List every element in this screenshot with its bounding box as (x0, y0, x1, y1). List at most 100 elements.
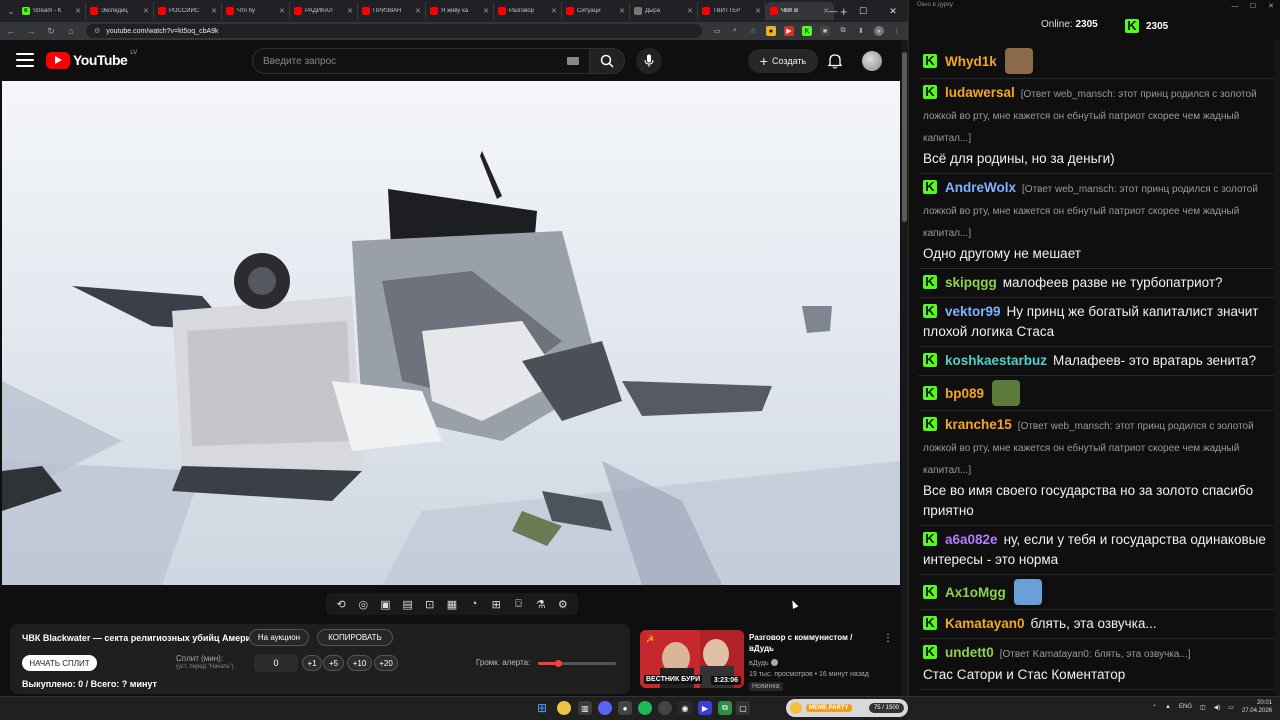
settings-gear-icon[interactable]: ⚙ (555, 598, 571, 611)
close-icon[interactable]: ✕ (878, 0, 908, 22)
cast-icon[interactable]: ▭ (712, 26, 722, 36)
more-options-icon[interactable]: ⋮ (883, 633, 893, 644)
voice-search-button[interactable] (636, 48, 662, 74)
chat-username[interactable]: Kamatayan0 (945, 616, 1025, 631)
discord-icon[interactable] (598, 701, 612, 715)
forward-icon[interactable]: → (26, 26, 36, 36)
download-icon[interactable]: ⬇ (856, 26, 866, 36)
browser-tab[interactable]: ПРИЗВАН ✕ (358, 2, 426, 20)
back-icon[interactable]: ← (6, 26, 16, 36)
cinema-icon[interactable]: ▤ (400, 598, 416, 611)
chrome-icon[interactable] (557, 701, 571, 715)
chat-username[interactable]: vektor99 (945, 304, 1001, 319)
home-icon[interactable]: ⌂ (66, 26, 76, 36)
notifications-bell-icon[interactable] (826, 52, 844, 70)
user-avatar[interactable] (862, 51, 882, 71)
chat-username[interactable]: bp089 (945, 386, 984, 401)
extension-icon[interactable]: ■ (820, 26, 830, 36)
tray-chevron-icon[interactable]: ⌃ (1152, 704, 1157, 711)
browser-tab[interactable]: Экспедиц ✕ (86, 2, 154, 20)
close-icon[interactable]: ✕ (1262, 0, 1280, 12)
files-icon[interactable]: ▥ (578, 701, 592, 715)
tab-close-icon[interactable]: ✕ (347, 7, 353, 15)
tab-close-icon[interactable]: ✕ (619, 7, 625, 15)
bookmark-star-icon[interactable]: ☆ (748, 26, 758, 36)
browser-tab[interactable]: РАДИКАЛ ✕ (290, 2, 358, 20)
camera-icon[interactable]: ⌼ (510, 598, 526, 611)
meme-party-widget[interactable]: MEME PARTY 75 / 1500 (786, 699, 908, 717)
browser-tab[interactable]: Ситуаци ✕ (562, 2, 630, 20)
browser-tab[interactable]: Дыра ✕ (630, 2, 698, 20)
more-menu-icon[interactable]: ⋮ (892, 26, 902, 36)
tray-app-icon[interactable]: ▲ (1165, 704, 1171, 710)
screen-record-icon[interactable]: ▣ (377, 598, 393, 611)
video-player[interactable] (2, 81, 900, 585)
recommended-title[interactable]: Разговор с коммунистом / вДудь (749, 632, 879, 654)
maximize-icon[interactable]: ☐ (848, 0, 878, 22)
browser-tab[interactable]: Я живу ка ✕ (426, 2, 494, 20)
steam-icon[interactable]: ● (618, 701, 632, 715)
chat-username[interactable]: ludawersal (945, 85, 1015, 100)
add-frame-icon[interactable]: ⊞ (488, 598, 504, 611)
chat-username[interactable]: undett0 (945, 645, 994, 660)
chat-username[interactable]: koshkaestarbuz (945, 353, 1047, 368)
site-info-icon[interactable]: ⚙ (94, 27, 100, 35)
recommended-video[interactable]: ☭ ВЕСТНИК БУРИ 3:23:06 Разговор с коммун… (640, 630, 898, 692)
chat-username[interactable]: a6a082e (945, 532, 998, 547)
puzzle-icon[interactable]: ⧉ (838, 26, 848, 36)
tab-close-icon[interactable]: ✕ (687, 7, 693, 15)
browser-tab[interactable]: K Stream - K ✕ (18, 2, 86, 20)
app-icon[interactable]: ⧉ (718, 701, 732, 715)
browser-tab[interactable]: ТВИТТЕР ✕ (698, 2, 766, 20)
browser-tab[interactable]: РОССИЙС ✕ (154, 2, 222, 20)
tab-close-icon[interactable]: ✕ (211, 7, 217, 15)
extension-icon[interactable]: K (802, 26, 812, 36)
profile-icon[interactable]: ● (874, 26, 884, 36)
youtube-logo[interactable]: YouTube LV (46, 50, 137, 69)
tab-close-icon[interactable]: ✕ (415, 7, 421, 15)
tab-close-icon[interactable]: ✕ (483, 7, 489, 15)
alert-volume-slider[interactable] (538, 660, 616, 667)
extension-icon[interactable]: ▶ (784, 26, 794, 36)
tab-close-icon[interactable]: ✕ (75, 7, 81, 15)
window-icon[interactable]: ▢ (736, 701, 750, 715)
search-button[interactable] (589, 48, 625, 74)
extension-icon[interactable]: ● (766, 26, 776, 36)
volume-knob[interactable] (554, 660, 562, 667)
chat-username[interactable]: AndreWolx (945, 180, 1016, 195)
tab-close-icon[interactable]: ✕ (143, 7, 149, 15)
obs-icon[interactable] (658, 701, 672, 715)
tab-close-icon[interactable]: ✕ (755, 7, 761, 15)
step-button[interactable]: +20 (374, 655, 398, 671)
browser-tab[interactable]: Что бу ✕ (222, 2, 290, 20)
chat-username[interactable]: Ax1oMgg (945, 585, 1006, 600)
step-button[interactable]: +10 (347, 655, 372, 671)
chat-username[interactable]: kranche15 (945, 417, 1012, 432)
speed-icon[interactable]: ◔ (466, 598, 482, 610)
channel-name[interactable]: вДудь (749, 659, 778, 667)
split-minutes-input[interactable]: 0 (254, 654, 298, 672)
flask-icon[interactable]: ⚗ (533, 598, 549, 611)
chat-username[interactable]: skipqgg (945, 275, 997, 290)
spotify-icon[interactable] (638, 701, 652, 715)
maximize-icon[interactable]: ☐ (1244, 0, 1262, 12)
url-field[interactable]: ⚙ youtube.com/watch?v=kt5oq_cbA9k (86, 24, 702, 38)
battery-icon[interactable]: ▭ (1228, 704, 1234, 711)
app-icon[interactable]: ◉ (678, 701, 692, 715)
audio-icon[interactable]: ◎ (355, 598, 371, 611)
tab-search-icon[interactable]: ⌄ (4, 3, 18, 19)
volume-icon[interactable]: ◀) (1214, 704, 1221, 711)
scrollbar-thumb[interactable] (902, 52, 907, 222)
language-indicator[interactable]: ENG (1179, 704, 1192, 710)
hamburger-menu-icon[interactable] (16, 53, 34, 67)
start-split-button[interactable]: НАЧАТЬ СПЛИТ (22, 655, 97, 671)
minimize-icon[interactable]: — (818, 0, 848, 22)
reply-quote[interactable]: [Ответ Kamatayan0: блять, эта озвучка...… (1000, 649, 1191, 660)
reload-icon[interactable]: ↻ (46, 26, 56, 37)
network-icon[interactable]: ◫ (1200, 704, 1206, 711)
media-icon[interactable]: ▶ (698, 701, 712, 715)
tab-close-icon[interactable]: ✕ (279, 7, 285, 15)
create-button[interactable]: + Создать (748, 49, 818, 73)
search-input[interactable]: Введите запрос (252, 48, 590, 74)
keyboard-icon[interactable] (567, 57, 579, 65)
